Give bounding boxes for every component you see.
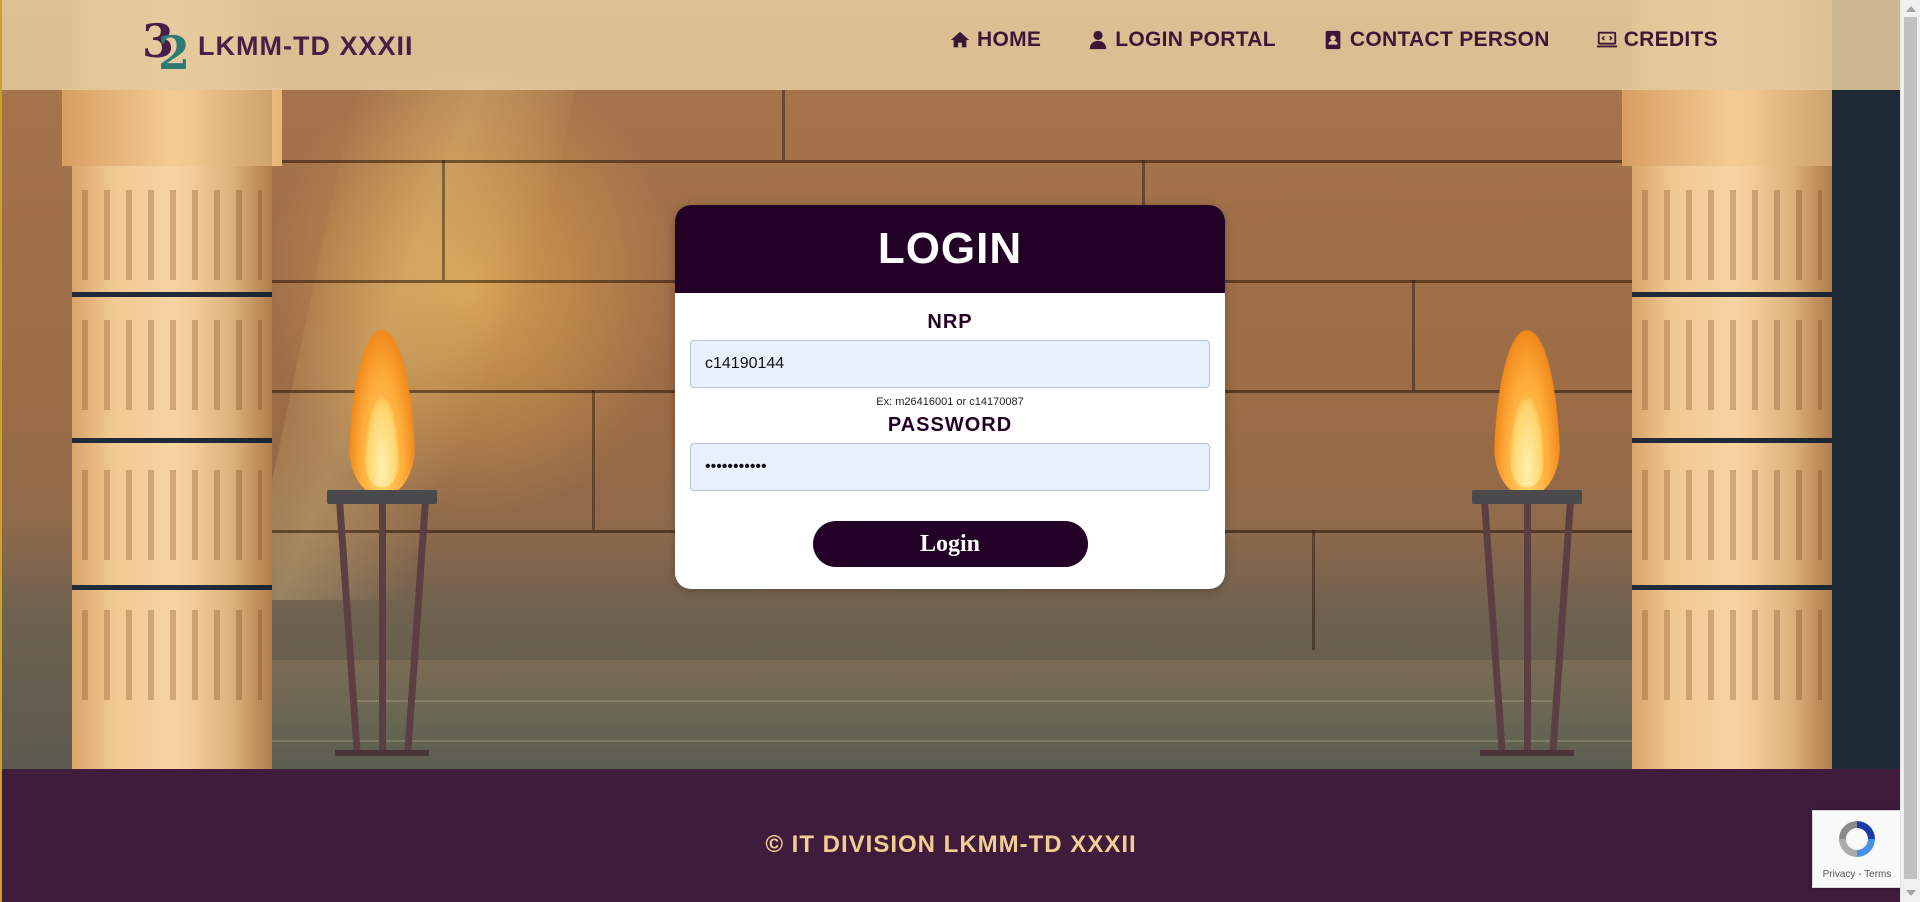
- torch-leg: [1524, 504, 1531, 754]
- login-card: LOGIN NRP c14190144 Ex: m26416001 or c14…: [675, 205, 1225, 589]
- nrp-input-value: c14190144: [705, 355, 785, 372]
- stone-floor: [252, 660, 1652, 769]
- nav-home[interactable]: HOME: [949, 28, 1041, 52]
- login-button-label: Login: [919, 530, 981, 557]
- recaptcha-badge[interactable]: Privacy - Terms: [1812, 810, 1902, 888]
- nav-home-label: HOME: [976, 28, 1042, 51]
- torch-foot: [335, 750, 429, 756]
- pillar-shade: [1632, 0, 1832, 769]
- wall-joint: [442, 160, 445, 280]
- flame-icon: [349, 330, 415, 495]
- logo-digit-two: 2: [158, 26, 191, 80]
- nrp-input[interactable]: c14190144: [690, 340, 1210, 388]
- password-label: PASSWORD: [887, 414, 1013, 436]
- wall-joint: [592, 390, 595, 530]
- nrp-label: NRP: [927, 311, 973, 333]
- wall-joint: [1412, 280, 1415, 390]
- nrp-hint: Ex: m26416001 or c14170087: [876, 396, 1024, 408]
- right-pillar: [1622, 0, 1842, 769]
- password-input[interactable]: •••••••••••: [690, 443, 1210, 491]
- password-input-value: •••••••••••: [705, 458, 767, 475]
- flame-icon: [1494, 330, 1560, 495]
- brand-logo: 3 2: [142, 14, 190, 80]
- torch-bowl: [1472, 490, 1582, 504]
- nav-login-portal-label: LOGIN PORTAL: [1115, 28, 1276, 51]
- torch-foot: [1480, 750, 1574, 756]
- login-title: LOGIN: [877, 224, 1023, 273]
- floor-line: [352, 700, 1552, 702]
- home-icon: [950, 31, 970, 48]
- scroll-up-arrow-icon[interactable]: [1906, 6, 1916, 12]
- torch-leg: [404, 504, 429, 754]
- wall-joint: [1312, 530, 1315, 650]
- pillar-shade: [72, 0, 272, 769]
- scroll-down-arrow-icon[interactable]: [1906, 890, 1916, 896]
- footer-copyright: © IT DIVISION LKMM-TD XXXII: [765, 831, 1137, 858]
- login-card-header: LOGIN: [675, 205, 1225, 293]
- torch-leg: [379, 504, 386, 754]
- torch-leg: [1549, 504, 1574, 754]
- recaptcha-icon: [1839, 821, 1875, 857]
- brand-link[interactable]: 3 2 LKMM-TD XXXII: [142, 14, 414, 80]
- left-pillar: [62, 0, 282, 769]
- user-icon: [1089, 30, 1107, 50]
- nav-credits[interactable]: CREDITS: [1596, 28, 1718, 52]
- nav-contact-person[interactable]: CONTACT PERSON: [1322, 28, 1550, 52]
- vertical-scrollbar[interactable]: [1900, 0, 1920, 902]
- nav-credits-label: CREDITS: [1623, 28, 1718, 51]
- right-torch: [1472, 330, 1582, 769]
- main-nav: HOME LOGIN PORTAL CONTACT PERSON CREDITS: [949, 28, 1718, 52]
- window-frame: [0, 0, 2, 902]
- torch-leg: [336, 504, 361, 754]
- wall-line: [262, 160, 1642, 163]
- torch-bowl: [327, 490, 437, 504]
- scrollbar-thumb[interactable]: [1904, 17, 1917, 879]
- contact-book-icon: [1325, 30, 1341, 50]
- left-torch: [327, 330, 437, 769]
- recaptcha-links[interactable]: Privacy - Terms: [1813, 869, 1901, 880]
- floor-line: [252, 740, 1652, 742]
- dark-wall-edge: [1832, 0, 1900, 769]
- brand-name: LKMM-TD XXXII: [198, 30, 414, 61]
- top-navbar: 3 2 LKMM-TD XXXII HOME LOGIN PORTAL CONT…: [2, 0, 1900, 90]
- torch-leg: [1481, 504, 1506, 754]
- footer: © IT DIVISION LKMM-TD XXXII: [2, 769, 1900, 902]
- nav-login-portal[interactable]: LOGIN PORTAL: [1087, 28, 1276, 52]
- nav-contact-person-label: CONTACT PERSON: [1349, 28, 1550, 51]
- laptop-code-icon: [1596, 31, 1617, 48]
- login-button[interactable]: Login: [812, 521, 1088, 567]
- wall-joint: [782, 90, 785, 160]
